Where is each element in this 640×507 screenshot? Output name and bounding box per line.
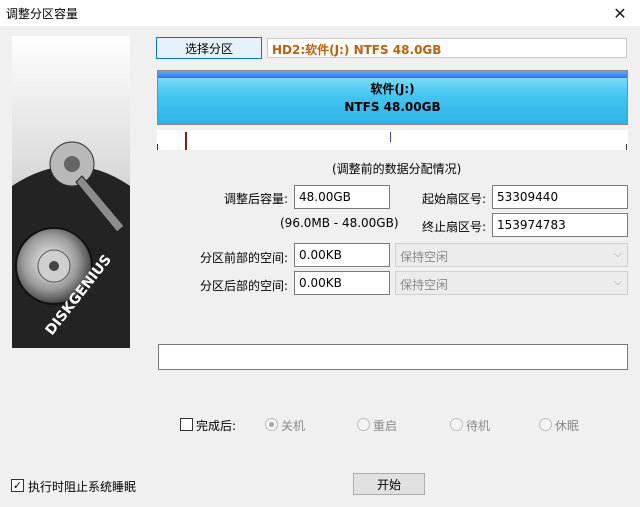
radio-standby[interactable] <box>450 418 463 431</box>
space-before-label: 分区前部的空间: <box>199 251 288 265</box>
size-after-input[interactable]: 48.00GB <box>294 185 390 209</box>
radio-hibernate[interactable] <box>539 418 552 431</box>
partition-bar-name: 软件(J:) <box>370 81 415 96</box>
end-sector-label: 终止扇区号: <box>421 220 486 234</box>
distribution-marker <box>157 144 158 150</box>
space-after-input[interactable]: 0.00KB <box>294 271 390 295</box>
radio-shutdown[interactable] <box>265 418 278 431</box>
space-after-label: 分区后部的空间: <box>199 279 288 293</box>
after-completion-checkbox[interactable] <box>180 418 193 431</box>
chevron-down-icon: ⌵ <box>613 275 622 288</box>
radio-hibernate-label: 休眠 <box>555 419 580 433</box>
size-after-label: 调整后容量: <box>223 192 288 206</box>
end-sector-input[interactable]: 153974783 <box>492 213 628 237</box>
partition-info: HD2:软件(J:) NTFS 48.0GB <box>267 38 627 58</box>
hard-disk-illustration-icon: DISKGENIUS <box>12 36 130 348</box>
space-after-select[interactable]: 保持空闲 ⌵ <box>395 271 628 295</box>
distribution-caption: (调整前的数据分配情况) <box>332 162 462 176</box>
prevent-sleep-label: 执行时阻止系统睡眠 <box>28 480 137 494</box>
radio-restart[interactable] <box>357 418 370 431</box>
radio-standby-label: 待机 <box>466 419 491 433</box>
distribution-marker <box>626 144 627 150</box>
start-sector-label: 起始扇区号: <box>421 192 486 206</box>
chevron-down-icon: ⌵ <box>613 247 622 260</box>
after-completion-label: 完成后: <box>196 419 237 433</box>
progress-bar <box>158 344 628 370</box>
diskgenius-brand-image: DISKGENIUS <box>12 36 130 348</box>
partition-bar-detail: NTFS 48.00GB <box>344 99 441 114</box>
close-icon[interactable]: ✕ <box>600 0 640 26</box>
data-distribution-scale <box>157 130 628 150</box>
prevent-sleep-checkbox[interactable]: ✓ <box>11 479 24 492</box>
distribution-marker <box>390 132 391 142</box>
start-button[interactable]: 开始 <box>353 473 425 495</box>
partition-bar: 软件(J:) NTFS 48.00GB <box>157 70 628 125</box>
title-bar: 调整分区容量 ✕ <box>0 0 640 26</box>
window-title: 调整分区容量 <box>6 7 79 21</box>
space-after-select-value: 保持空闲 <box>400 278 449 292</box>
space-before-select[interactable]: 保持空闲 ⌵ <box>395 243 628 267</box>
distribution-marker <box>185 132 187 150</box>
start-sector-input[interactable]: 53309440 <box>492 185 628 209</box>
space-before-input[interactable]: 0.00KB <box>294 243 390 267</box>
radio-shutdown-label: 关机 <box>281 419 306 433</box>
select-partition-button[interactable]: 选择分区 <box>156 37 262 59</box>
size-range-hint: (96.0MB - 48.00GB) <box>280 216 399 230</box>
partition-bar-top-strip <box>158 71 627 78</box>
space-before-select-value: 保持空闲 <box>400 250 449 264</box>
radio-restart-label: 重启 <box>373 419 398 433</box>
